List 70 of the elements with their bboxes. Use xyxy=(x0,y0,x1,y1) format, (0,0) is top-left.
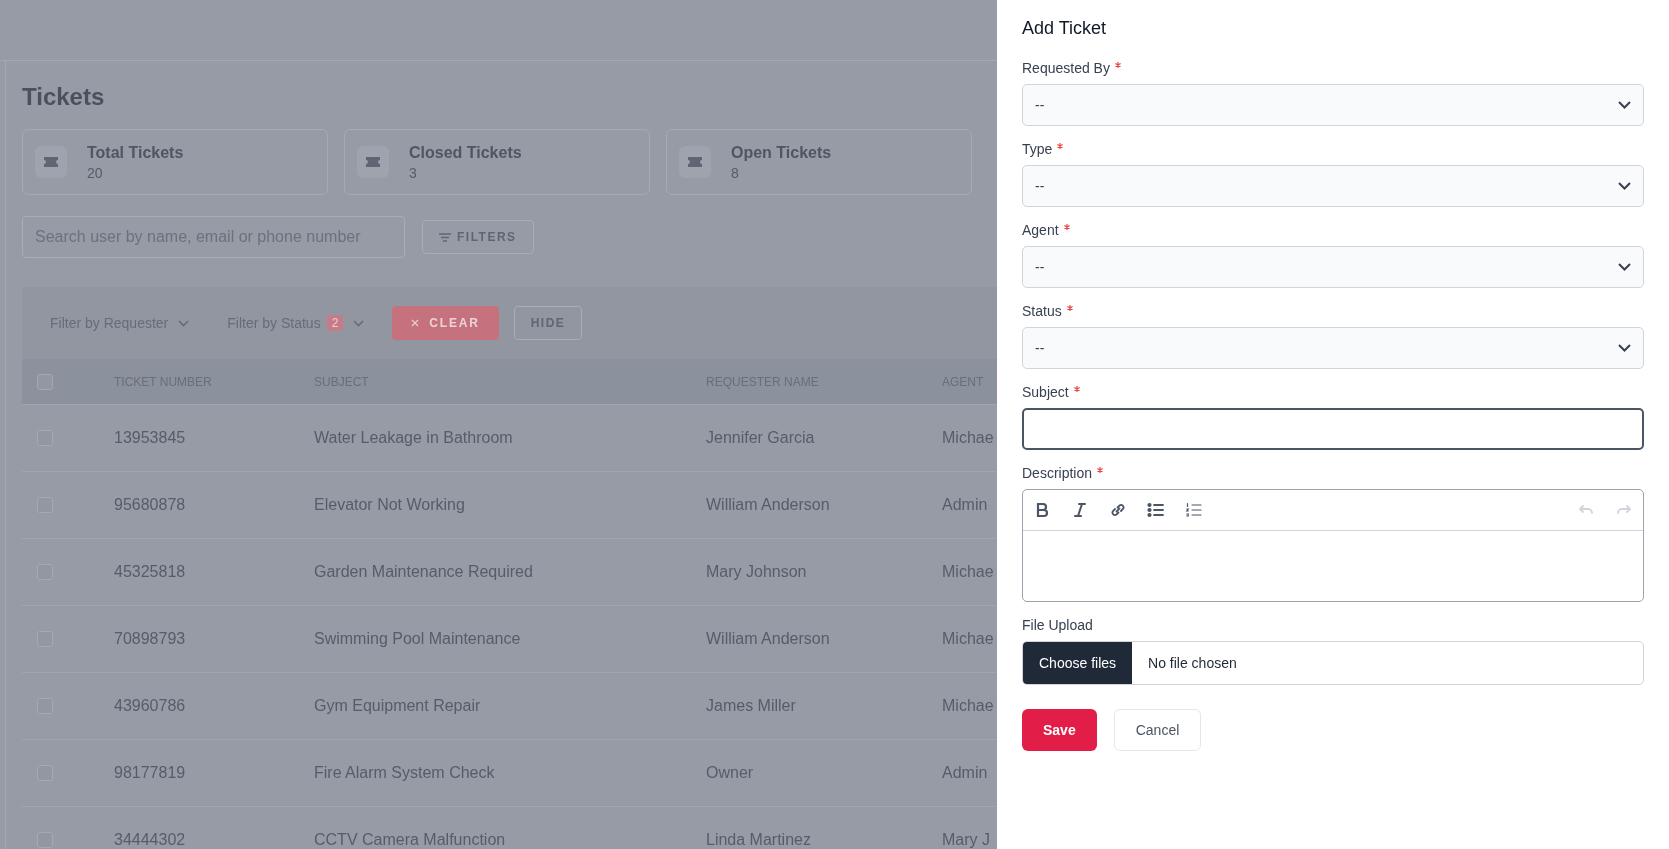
table-cell: Michae xyxy=(942,563,994,581)
numbered-list-icon[interactable] xyxy=(1185,501,1203,519)
table-cell-text: 43960786 xyxy=(114,697,187,715)
stat-value: 8 xyxy=(731,164,740,181)
select-field[interactable]: -- xyxy=(1022,84,1644,126)
file-status: No file chosen xyxy=(1148,655,1237,671)
field-label: File Upload xyxy=(1022,617,1093,633)
input-field[interactable] xyxy=(1022,408,1644,450)
panel-title: Add Ticket xyxy=(1022,18,1108,39)
table-cell-text: Mary Johnson xyxy=(706,563,808,581)
table-cell-text: Fire Alarm System Check xyxy=(314,764,496,782)
table-cell-text: William Anderson xyxy=(706,496,831,514)
table-cell: Michae xyxy=(942,630,994,648)
table-cell-text: 34444302 xyxy=(114,831,187,849)
ticket-icon xyxy=(679,146,711,178)
save-button[interactable]: Save xyxy=(1022,709,1097,751)
table-cell: Michae xyxy=(942,697,994,715)
table-cell-text: Elevator Not Working xyxy=(314,496,466,514)
chevron-down-icon xyxy=(1618,101,1631,109)
field-label: Status xyxy=(1022,303,1062,319)
select-field[interactable]: -- xyxy=(1022,246,1644,288)
chevron-down-icon xyxy=(1618,263,1631,271)
field-label: Subject xyxy=(1022,384,1069,400)
stat-value: 3 xyxy=(409,164,418,181)
field-label: Requested By xyxy=(1022,60,1110,76)
table-cell-text: CCTV Camera Malfunction xyxy=(314,831,507,849)
stat-label: Closed Tickets xyxy=(409,143,522,162)
table-cell-text: Water Leakage in Bathroom xyxy=(314,429,514,447)
chevron-down-icon xyxy=(1618,344,1631,352)
chevron-down-icon xyxy=(1618,182,1631,190)
table-cell-text: 70898793 xyxy=(114,630,187,648)
table-cell: Admin xyxy=(942,764,988,782)
table-cell-text: James Miller xyxy=(706,697,797,715)
table-cell-text: William Anderson xyxy=(706,630,831,648)
field-label: Description xyxy=(1022,465,1093,481)
checkbox[interactable] xyxy=(37,373,53,390)
table-cell-text: 13953845 xyxy=(114,429,187,447)
stat-value: 20 xyxy=(87,164,104,181)
file-upload-field[interactable]: Choose files No file chosen xyxy=(1022,641,1644,685)
table-cell: Michae xyxy=(942,429,994,447)
table-cell-text: Garden Maintenance Required xyxy=(314,563,534,581)
field-label: Agent xyxy=(1022,222,1059,238)
table-cell-text: 95680878 xyxy=(114,496,187,514)
table-cell: Mary J xyxy=(942,831,990,849)
ticket-icon xyxy=(35,146,67,178)
stat-label: Total Tickets xyxy=(87,143,184,162)
field-label: Type xyxy=(1022,141,1053,157)
filter-icon xyxy=(439,232,451,242)
table-cell-text: 45325818 xyxy=(114,563,187,581)
table-cell-text: Owner xyxy=(706,764,755,782)
table-cell-text: Gym Equipment Repair xyxy=(314,697,482,715)
chevron-down-icon xyxy=(353,319,365,327)
stat-label: Open Tickets xyxy=(731,143,832,162)
chevron-down-icon xyxy=(178,319,190,327)
ticket-icon xyxy=(357,146,389,178)
close-icon xyxy=(411,319,420,327)
table-cell-text: 98177819 xyxy=(114,764,187,782)
choose-files-button[interactable]: Choose files xyxy=(1023,642,1133,684)
bullet-list-icon[interactable] xyxy=(1147,501,1165,519)
select-field[interactable]: -- xyxy=(1022,165,1644,207)
cancel-button[interactable]: Cancel xyxy=(1113,709,1202,751)
table-cell: Admin xyxy=(942,496,988,514)
table-cell-text: Jennifer Garcia xyxy=(706,429,816,447)
count-badge: 2 xyxy=(326,315,344,331)
italic-icon[interactable] xyxy=(1071,501,1089,519)
page-title: Tickets xyxy=(22,83,106,111)
select-field[interactable]: -- xyxy=(1022,327,1644,369)
table-cell-text: Swimming Pool Maintenance xyxy=(314,630,522,648)
link-icon[interactable] xyxy=(1109,501,1127,519)
table-cell-text: Linda Martinez xyxy=(706,831,812,849)
